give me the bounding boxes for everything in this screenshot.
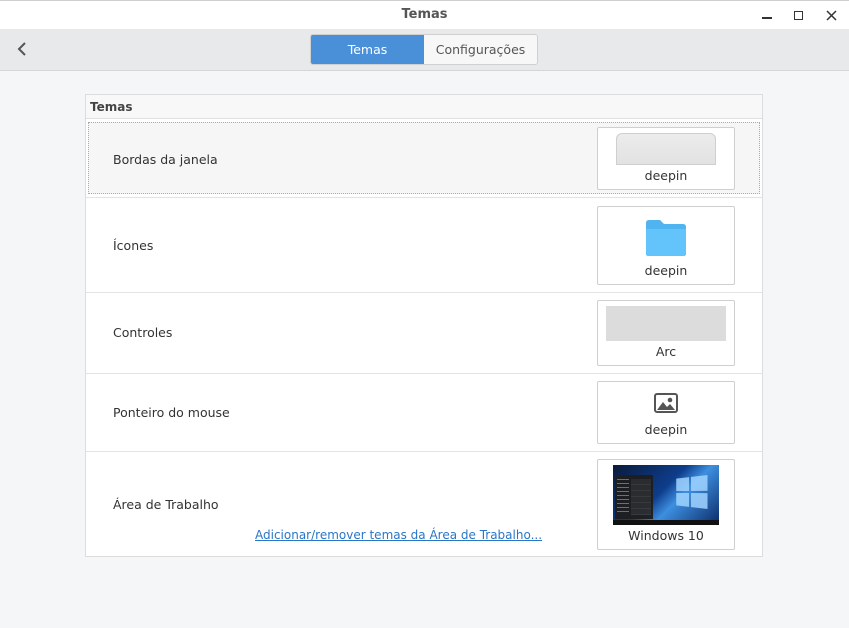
- tab-temas[interactable]: Temas: [311, 35, 424, 64]
- window-border-preview: [616, 133, 716, 165]
- row-window-borders[interactable]: Bordas da janela deepin: [86, 119, 762, 198]
- taskbar-preview: [613, 520, 719, 525]
- controls-preview: [606, 306, 726, 341]
- preview-name: Arc: [655, 344, 677, 359]
- maximize-icon: [793, 10, 803, 20]
- row-controls[interactable]: Controles Arc: [86, 293, 762, 374]
- cursor-theme-button[interactable]: deepin: [597, 381, 735, 444]
- minimize-button[interactable]: [756, 5, 778, 25]
- maximize-button[interactable]: [787, 5, 809, 25]
- row-label: Bordas da janela: [113, 152, 218, 167]
- desktop-theme-button[interactable]: Windows 10: [597, 459, 735, 550]
- folder-icon: [646, 220, 686, 256]
- panel-title: Temas: [86, 95, 762, 119]
- window-border-theme-button[interactable]: deepin: [597, 127, 735, 190]
- row-mouse-pointer[interactable]: Ponteiro do mouse deepin: [86, 374, 762, 452]
- chevron-left-icon: [17, 42, 26, 56]
- row-label: Controles: [113, 325, 173, 340]
- row-label: Ícones: [113, 238, 154, 253]
- row-icons[interactable]: Ícones deepin: [86, 198, 762, 293]
- row-desktop[interactable]: Área de Trabalho Adicionar/remover temas…: [86, 452, 762, 556]
- tab-configuracoes[interactable]: Configurações: [424, 35, 537, 64]
- desktop-wallpaper-preview: [613, 465, 719, 525]
- preview-name: deepin: [644, 263, 688, 278]
- back-button[interactable]: [12, 39, 32, 59]
- start-menu-preview: [615, 475, 653, 519]
- preview-name: deepin: [644, 422, 688, 437]
- window-title: Temas: [401, 7, 448, 22]
- title-bar: Temas: [0, 0, 849, 29]
- row-label: Ponteiro do mouse: [113, 405, 230, 420]
- preview-name: deepin: [644, 168, 688, 183]
- controls-theme-button[interactable]: Arc: [597, 300, 735, 366]
- close-button[interactable]: [820, 5, 842, 25]
- icon-theme-button[interactable]: deepin: [597, 206, 735, 285]
- tab-switcher: Temas Configurações: [310, 34, 538, 65]
- themes-panel: Temas Bordas da janela deepin Ícones dee…: [85, 94, 763, 557]
- manage-desktop-themes-link[interactable]: Adicionar/remover temas da Área de Traba…: [255, 528, 542, 542]
- header-bar: Temas Configurações: [0, 29, 849, 71]
- preview-name: Windows 10: [628, 528, 704, 543]
- windows-logo-icon: [676, 474, 708, 510]
- row-label: Área de Trabalho: [113, 497, 219, 512]
- minimize-icon: [762, 17, 772, 19]
- start-menu-list: [617, 479, 629, 515]
- close-icon: [825, 9, 837, 21]
- start-menu-tiles: [631, 479, 651, 515]
- image-icon: [654, 393, 678, 413]
